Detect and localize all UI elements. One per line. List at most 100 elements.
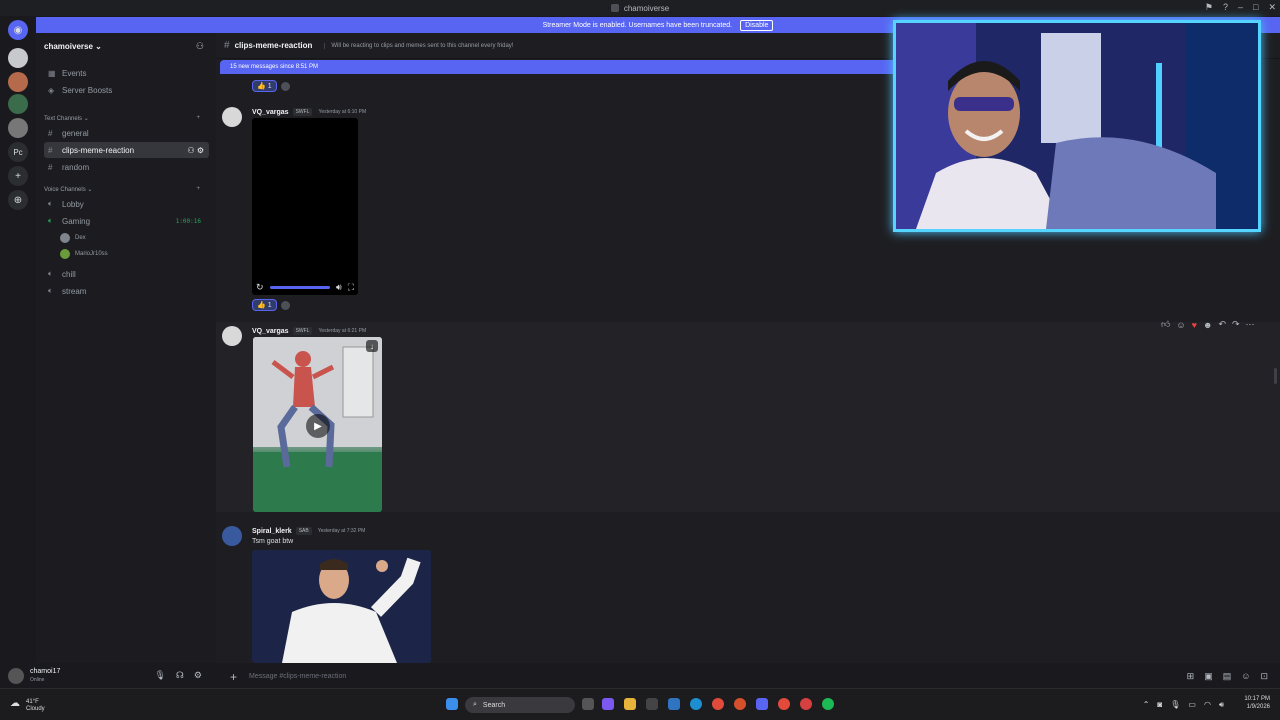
message-author[interactable]: VQ_vargas xyxy=(252,109,289,116)
fullscreen-icon[interactable]: ⛶ xyxy=(348,282,354,293)
chrome-icon-2[interactable] xyxy=(778,698,790,710)
store-icon[interactable] xyxy=(646,698,658,710)
replay-icon[interactable]: ↻ xyxy=(256,282,264,293)
edge-icon[interactable] xyxy=(690,698,702,710)
reply-icon[interactable]: ↶ xyxy=(1218,319,1226,330)
react-thumbsup-icon[interactable]: 👍︎ xyxy=(1161,319,1170,330)
message-author[interactable]: Spiral_klerk xyxy=(252,528,292,535)
chevron-up-icon[interactable]: ⌃ xyxy=(1143,700,1150,710)
image-attachment[interactable] xyxy=(252,550,431,663)
react-heart-icon[interactable]: ♥ xyxy=(1192,320,1197,330)
guild-tag: SWFL xyxy=(292,327,313,335)
sidebar-item-events[interactable]: ▦ Events xyxy=(44,65,209,81)
settings-icon[interactable]: ⚇ ⚙ xyxy=(187,146,204,155)
add-reaction-icon[interactable] xyxy=(280,81,290,91)
channel-sidebar: chamoiverse ⌄ ⚇ ▦ Events ◈ Server Boosts T… xyxy=(36,33,216,663)
sticker-icon[interactable]: ▤ xyxy=(1223,671,1232,682)
taskbar-search[interactable]: ⌕ Search xyxy=(465,697,575,713)
voice-channels-category[interactable]: Voice Channels ⌄ + xyxy=(44,186,204,193)
display-icon[interactable]: ▭ xyxy=(1188,700,1196,710)
minimize-button[interactable]: – xyxy=(1238,2,1243,13)
app-icon[interactable] xyxy=(734,698,746,710)
apps-icon[interactable]: ⊡ xyxy=(1260,671,1268,682)
forward-icon[interactable]: ↷ xyxy=(1232,319,1240,330)
message-author[interactable]: VQ_vargas xyxy=(252,328,289,335)
gif-icon[interactable]: ▣ xyxy=(1204,671,1213,682)
clock[interactable]: 10:17 PM 1/9/2026 xyxy=(1244,695,1270,711)
server-name[interactable]: chamoiverse ⌄ xyxy=(44,42,102,51)
avatar[interactable] xyxy=(8,667,24,684)
sidebar-item-boosts[interactable]: ◈ Server Boosts xyxy=(44,82,209,98)
discover-icon[interactable]: ⊕ xyxy=(8,190,28,210)
add-reaction-icon[interactable]: ☻ xyxy=(1203,320,1212,330)
mic-tray-icon[interactable]: 🎙︎ xyxy=(1170,700,1180,710)
message-actions: 👍︎ ☺ ♥ ☻ ↶ ↷ ⋯ xyxy=(1161,319,1255,330)
volume-icon[interactable]: 🔊︎ xyxy=(336,282,342,293)
add-reaction-icon[interactable] xyxy=(280,300,290,310)
discord-taskbar-icon[interactable] xyxy=(756,698,768,710)
headphones-icon[interactable]: ☊ xyxy=(176,670,184,681)
voice-channel-chill[interactable]: 🔈︎ chill xyxy=(44,266,209,282)
avatar[interactable] xyxy=(222,107,242,127)
server-icon-1[interactable] xyxy=(8,48,28,68)
voice-channel-stream[interactable]: 🔈︎ stream xyxy=(44,283,209,299)
server-icon-2[interactable] xyxy=(8,72,28,92)
disable-button[interactable]: Disable xyxy=(740,19,774,31)
maximize-button[interactable]: □ xyxy=(1253,2,1258,13)
reaction-thumbsup[interactable]: 👍 1 xyxy=(252,299,277,311)
reactions-row: 👍 1 xyxy=(252,299,290,311)
mail-icon[interactable] xyxy=(668,698,680,710)
react-emoji-icon[interactable]: ☺ xyxy=(1176,320,1185,330)
voice-user-dex[interactable]: Dex xyxy=(60,233,86,243)
avatar[interactable] xyxy=(222,326,242,346)
new-messages-bar[interactable]: 15 new messages since 8:51 PM xyxy=(220,60,900,74)
microphone-icon[interactable]: 🎙︎ xyxy=(154,670,165,681)
add-attachment-icon[interactable]: + xyxy=(230,670,237,684)
gear-icon[interactable]: ⚙ xyxy=(194,670,202,681)
voice-user-mario[interactable]: MarioJr10ss xyxy=(60,249,108,259)
video-attachment[interactable]: ▶ ↓ xyxy=(253,337,382,512)
channel-general[interactable]: # general xyxy=(44,125,209,141)
text-channels-category[interactable]: Text Channels ⌄ + xyxy=(44,115,204,122)
reaction-thumbsup[interactable]: 👍 1 xyxy=(252,80,277,92)
weather-widget[interactable]: ☁ 41°F Cloudy xyxy=(10,699,45,713)
inbox-icon[interactable]: ⚑ xyxy=(1205,2,1213,13)
channel-random[interactable]: # random xyxy=(44,159,209,175)
add-server-icon[interactable]: + xyxy=(8,166,28,186)
avatar xyxy=(60,249,70,259)
chrome-icon[interactable] xyxy=(712,698,724,710)
server-pc[interactable]: Pc xyxy=(8,142,28,162)
task-view-icon[interactable] xyxy=(582,698,594,710)
channel-clips-meme-reaction[interactable]: # clips-meme-reaction ⚇ ⚙ xyxy=(44,142,209,158)
message-input[interactable]: Message #clips-meme-reaction xyxy=(249,673,346,680)
wifi-icon[interactable]: ◠ xyxy=(1204,700,1211,710)
volume-tray-icon[interactable]: 🔊︎ xyxy=(1219,700,1224,710)
video-progress[interactable] xyxy=(269,285,331,289)
video-attachment[interactable]: ↻ 🔊︎ ⛶ xyxy=(252,118,358,295)
channel-topic[interactable]: Will be reacting to clips and memes sent… xyxy=(324,42,513,49)
copilot-icon[interactable] xyxy=(602,698,614,710)
avatar[interactable] xyxy=(222,526,242,546)
tray-app-icon[interactable]: ◙ xyxy=(1157,700,1162,710)
boost-icon: ◈ xyxy=(48,85,55,95)
start-icon[interactable] xyxy=(446,698,458,710)
close-button[interactable]: ✕ xyxy=(1268,2,1276,13)
server-icon-3[interactable] xyxy=(8,94,28,114)
guild-tag: SWFL xyxy=(292,108,313,116)
server-icon-4[interactable] xyxy=(8,118,28,138)
more-icon[interactable]: ⋯ xyxy=(1246,319,1255,330)
gift-icon[interactable]: ⊞ xyxy=(1187,671,1195,682)
spotify-icon[interactable] xyxy=(822,698,834,710)
voice-channel-lobby[interactable]: 🔈︎ Lobby xyxy=(44,196,209,212)
scrollbar[interactable] xyxy=(1274,368,1277,384)
app-icon-2[interactable] xyxy=(800,698,812,710)
help-icon[interactable]: ? xyxy=(1223,2,1228,13)
download-icon[interactable]: ↓ xyxy=(366,340,378,352)
invite-icon[interactable]: ⚇ xyxy=(196,41,204,52)
file-explorer-icon[interactable] xyxy=(624,698,636,710)
discord-home-icon[interactable]: ◉ xyxy=(8,20,28,40)
voice-channel-gaming[interactable]: 🔈︎ Gaming 1:00:16 xyxy=(44,213,209,229)
play-icon[interactable]: ▶ xyxy=(306,414,330,438)
calendar-icon: ▦ xyxy=(48,68,56,78)
emoji-icon[interactable]: ☺ xyxy=(1241,671,1250,682)
